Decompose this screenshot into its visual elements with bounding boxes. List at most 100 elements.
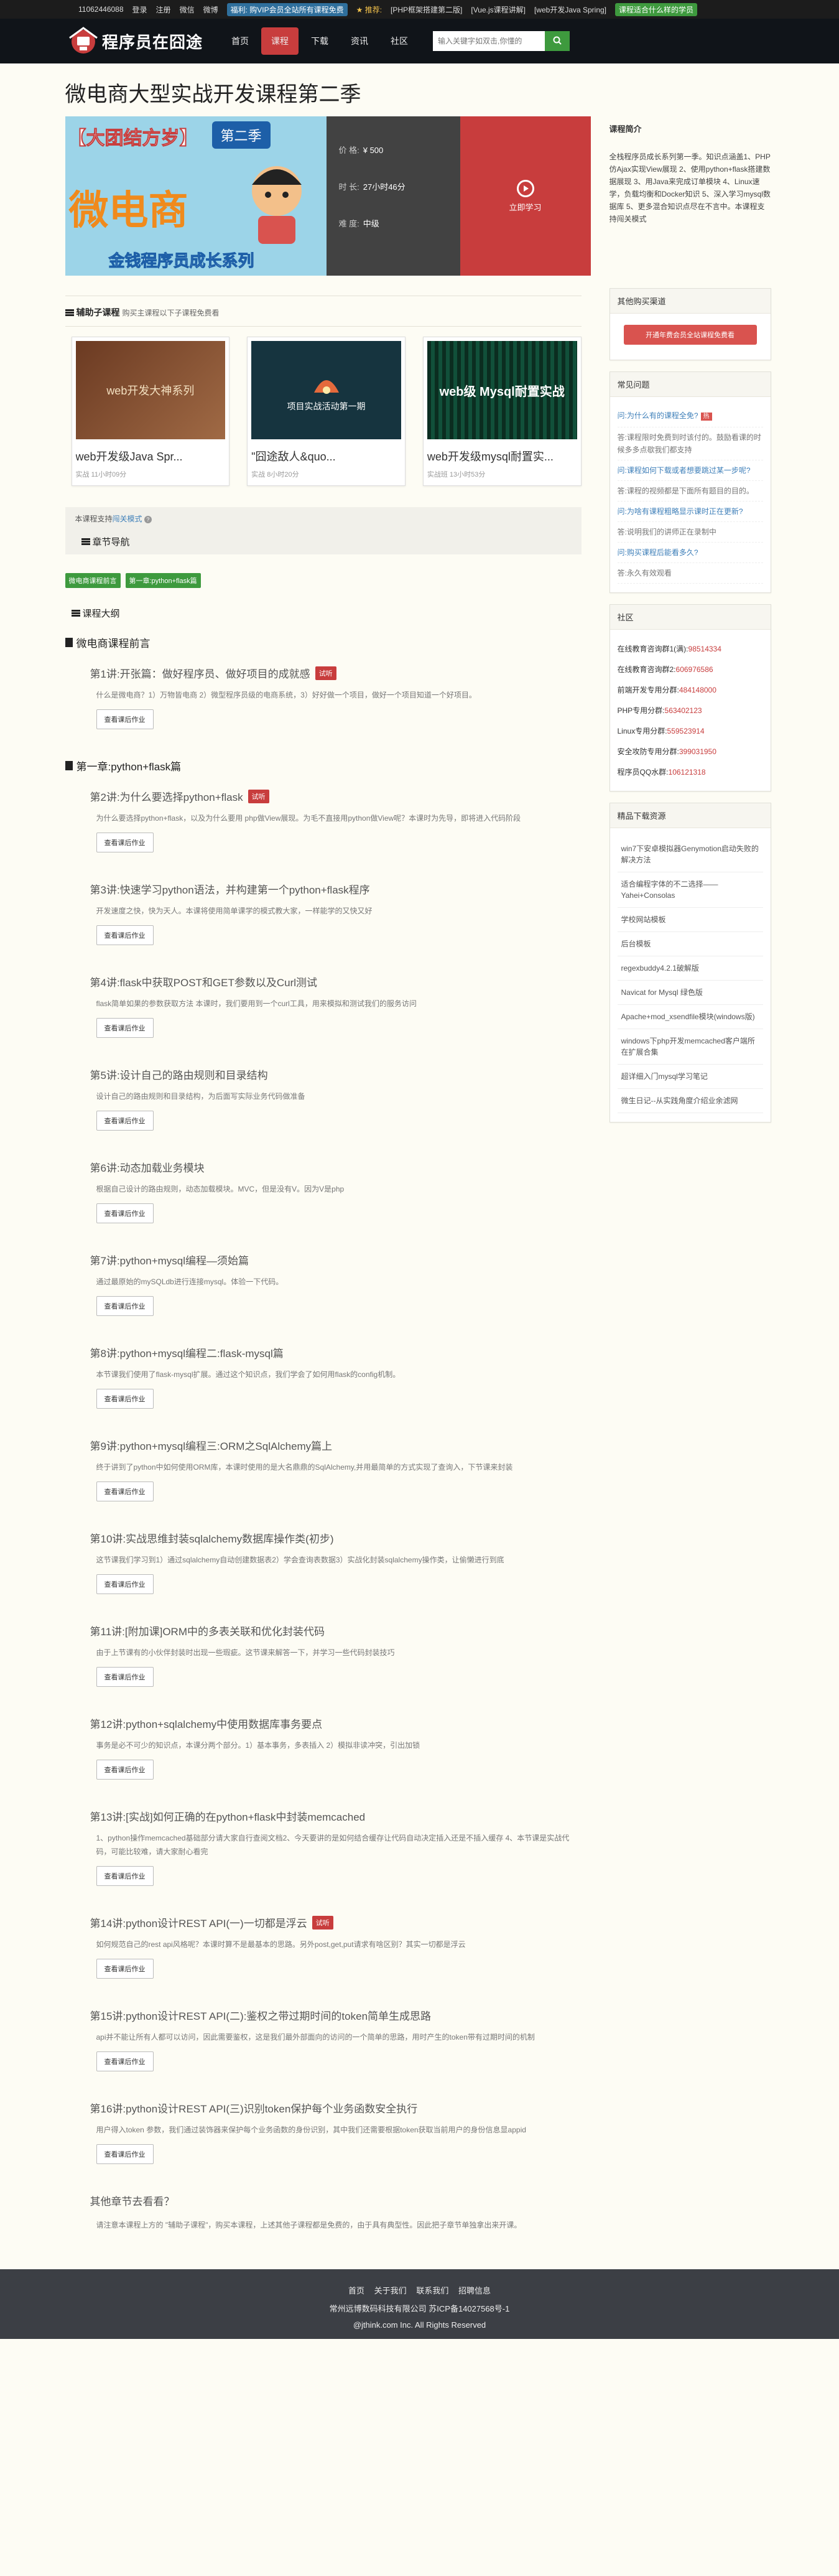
suitable-link[interactable]: 课程适合什么样的学员 bbox=[615, 2, 698, 16]
challenge-mode-link[interactable]: 闯关模式 bbox=[113, 515, 142, 523]
divider bbox=[65, 326, 582, 327]
nav-home[interactable]: 首页 bbox=[221, 27, 259, 55]
lesson-title[interactable]: 第2讲:为什么要选择python+flask bbox=[90, 788, 243, 804]
lesson-title[interactable]: 第13讲:[实战]如何正确的在python+flask中封装memcached bbox=[90, 1808, 366, 1824]
vip-buy-button[interactable]: 开通年费会员全站课程免费看 bbox=[623, 325, 757, 345]
lesson-title[interactable]: 第1讲:开张篇：做好程序员、做好项目的成就感 bbox=[90, 665, 310, 681]
weibo-link[interactable]: 微博 bbox=[203, 4, 218, 15]
register-link[interactable]: 注册 bbox=[156, 4, 171, 15]
lesson: 第9讲:python+mysql编程三:ORM之SqlAlchemy篇上 终于讲到… bbox=[65, 1437, 582, 1501]
group-number[interactable]: 484148000 bbox=[679, 686, 716, 694]
resource-link[interactable]: windows下php开发memcached客户端所在扩展合集 bbox=[617, 1029, 763, 1065]
chapter-chip[interactable]: 第一章:python+flask篇 bbox=[125, 573, 201, 588]
search-input[interactable] bbox=[433, 31, 545, 51]
homework-button[interactable]: 查看课后作业 bbox=[96, 925, 154, 945]
homework-button[interactable]: 查看课后作业 bbox=[96, 1866, 154, 1886]
course-card[interactable]: web开发大神系列 web开发级Java Spr... 实战 11小时09分 bbox=[71, 337, 230, 486]
chapter-heading: 微电商课程前言 bbox=[65, 635, 582, 650]
chapter-chip[interactable]: 微电商课程前言 bbox=[65, 573, 121, 588]
resource-link[interactable]: Apache+mod_xsendfile模块(windows版) bbox=[617, 1005, 763, 1029]
homework-button[interactable]: 查看课后作业 bbox=[96, 1203, 154, 1223]
weixin-link[interactable]: 微信 bbox=[180, 4, 195, 15]
lesson: 第7讲:python+mysql编程—须始篇 通过最原始的mySQLdb进行连接m… bbox=[65, 1252, 582, 1316]
footer-link[interactable]: 首页 bbox=[348, 2286, 364, 2295]
footer-link[interactable]: 联系我们 bbox=[416, 2286, 448, 2295]
homework-button[interactable]: 查看课后作业 bbox=[96, 1574, 154, 1594]
lesson-desc: 设计自己的路由规则和目录结构，为后面写实际业务代码做准备 bbox=[96, 1092, 305, 1101]
course-card[interactable]: 项目实战活动第一期 "囧途敌人&quo... 实战 8小时20分 bbox=[247, 337, 406, 486]
nav-download[interactable]: 下载 bbox=[301, 27, 338, 55]
resource-link[interactable]: win7下安卓模拟器Genymotion启动失败的解决方法 bbox=[617, 837, 763, 872]
mascot-illustration bbox=[251, 166, 302, 244]
homework-button[interactable]: 查看课后作业 bbox=[96, 1296, 154, 1316]
faq-question[interactable]: 问:购买课程后能看多久? bbox=[617, 543, 763, 563]
group-number[interactable]: 106121318 bbox=[669, 768, 706, 777]
homework-button[interactable]: 查看课后作业 bbox=[96, 1018, 154, 1038]
lesson-title[interactable]: 第3讲:快速学习python语法，并构建第一个python+flask程序 bbox=[90, 881, 370, 897]
lesson-title[interactable]: 第12讲:python+sqlalchemy中使用数据库事务要点 bbox=[90, 1715, 323, 1731]
login-link[interactable]: 登录 bbox=[132, 4, 147, 15]
banner-title: 微电商 bbox=[68, 188, 188, 233]
homework-button[interactable]: 查看课后作业 bbox=[96, 1959, 154, 1979]
resource-link[interactable]: 后台模板 bbox=[617, 932, 763, 956]
nav-news[interactable]: 资讯 bbox=[341, 27, 378, 55]
homework-button[interactable]: 查看课后作业 bbox=[96, 2051, 154, 2071]
nav-courses[interactable]: 课程 bbox=[261, 27, 299, 55]
homework-button[interactable]: 查看课后作业 bbox=[96, 833, 154, 852]
resource-link[interactable]: 学校网站模板 bbox=[617, 908, 763, 932]
vip-link[interactable]: 福利: 购VIP会员全站所有课程免费 bbox=[226, 2, 348, 16]
search-button[interactable] bbox=[545, 31, 570, 51]
resource-link[interactable]: 微生日记--从实践角度介绍业余滤网 bbox=[617, 1089, 763, 1113]
lesson-title[interactable]: 第6讲:动态加载业务模块 bbox=[90, 1159, 205, 1175]
faq-question[interactable]: 问:课程如何下载或者想要跳过某一步呢? bbox=[617, 460, 763, 481]
card-title: web开发级Java Spr... bbox=[75, 450, 183, 463]
start-learning-button[interactable]: 立即学习 bbox=[460, 116, 591, 276]
lesson-title[interactable]: 第10讲:实战思维封装sqlalchemy数据库操作类(初步) bbox=[90, 1530, 334, 1546]
faq-question[interactable]: 问:为什么有的课程全免? 热 bbox=[617, 406, 763, 427]
resource-link[interactable]: Navicat for Mysql 绿色版 bbox=[617, 981, 763, 1005]
nav-community[interactable]: 社区 bbox=[381, 27, 418, 55]
lesson-title[interactable]: 第4讲:flask中获取POST和GET参数以及Curl测试 bbox=[90, 974, 318, 989]
search-box bbox=[433, 31, 570, 51]
recommend-link-2[interactable]: [Vue.js课程讲解] bbox=[471, 4, 526, 15]
course-card[interactable]: web级 Mysql耐置实战 web开发级mysql耐置实... 实战班 13小… bbox=[422, 337, 582, 486]
homework-button[interactable]: 查看课后作业 bbox=[96, 1389, 154, 1409]
recommend-link-1[interactable]: [PHP框架搭建第二版] bbox=[391, 4, 462, 15]
footer-link[interactable]: 关于我们 bbox=[374, 2286, 407, 2295]
group-number[interactable]: 98514334 bbox=[688, 645, 721, 653]
homework-button[interactable]: 查看课后作业 bbox=[96, 1667, 154, 1687]
resource-link[interactable]: regexbuddy4.2.1破解版 bbox=[617, 956, 763, 981]
homework-button[interactable]: 查看课后作业 bbox=[96, 1482, 154, 1501]
lesson-desc: 这节课我们学习到1）通过sqlalchemy自动创建数据表2）学会查询表数据3）… bbox=[96, 1556, 504, 1564]
footer-company: 常州远博数码科技有限公司 苏ICP备14027568号-1 bbox=[329, 2304, 510, 2313]
lesson-title[interactable]: 第16讲:python设计REST API(三)识别token保护每个业务函数安… bbox=[90, 2100, 418, 2116]
lesson-title[interactable]: 第8讲:python+mysql编程二:flask-mysql篇 bbox=[90, 1345, 284, 1360]
lesson-title[interactable]: 第14讲:python设计REST API(一)一切都是浮云 bbox=[90, 1915, 307, 1930]
intro-text: 全栈程序员成长系列第一季。知识点涵盖1、PHP仿Ajax实现View展现 2、使… bbox=[609, 152, 771, 223]
lesson: 第15讲:python设计REST API(二):鉴权之带过期时间的token简… bbox=[65, 2007, 582, 2071]
lesson-title[interactable]: 第9讲:python+mysql编程三:ORM之SqlAlchemy篇上 bbox=[90, 1437, 333, 1453]
logo[interactable]: 程序员在囧途 bbox=[65, 26, 203, 57]
lesson-desc: 为什么要选择python+flask，以及为什么要用 php做View展现。为毛… bbox=[96, 814, 521, 823]
homework-button[interactable]: 查看课后作业 bbox=[96, 1760, 154, 1780]
group-number[interactable]: 563402123 bbox=[665, 706, 702, 715]
lesson-title[interactable]: 第5讲:设计自己的路由规则和目录结构 bbox=[90, 1066, 268, 1082]
resources-panel-title: 精品下载资源 bbox=[610, 803, 771, 828]
group-number[interactable]: 559523914 bbox=[667, 727, 705, 735]
homework-button[interactable]: 查看课后作业 bbox=[96, 709, 154, 729]
play-icon bbox=[516, 179, 534, 197]
footer-link[interactable]: 招聘信息 bbox=[458, 2286, 491, 2295]
course-banner: 【大团结方岁】 第二季 微电商 金钱程序员成长系列 bbox=[65, 116, 327, 276]
homework-button[interactable]: 查看课后作业 bbox=[96, 1111, 154, 1131]
lesson-title[interactable]: 第11讲:[附加课]ORM中的多表关联和优化封装代码 bbox=[90, 1623, 325, 1638]
group-number[interactable]: 399031950 bbox=[679, 747, 716, 756]
lesson-title[interactable]: 第15讲:python设计REST API(二):鉴权之带过期时间的token简… bbox=[90, 2007, 432, 2023]
homework-button[interactable]: 查看课后作业 bbox=[96, 2144, 154, 2164]
recommend-link-3[interactable]: [web开发Java Spring] bbox=[534, 4, 606, 15]
faq-question[interactable]: 问:为啥有课程粗略显示课时正在更新? bbox=[617, 502, 763, 522]
resource-link[interactable]: 适合编程字体的不二选择——Yahei+Consolas bbox=[617, 872, 763, 908]
lesson-title[interactable]: 第7讲:python+mysql编程—须始篇 bbox=[90, 1252, 249, 1267]
group-number[interactable]: 606976586 bbox=[676, 665, 713, 674]
resource-link[interactable]: 超详细入门mysql学习笔记 bbox=[617, 1065, 763, 1089]
group-label: 在线教育咨询群1(满): bbox=[617, 645, 688, 653]
